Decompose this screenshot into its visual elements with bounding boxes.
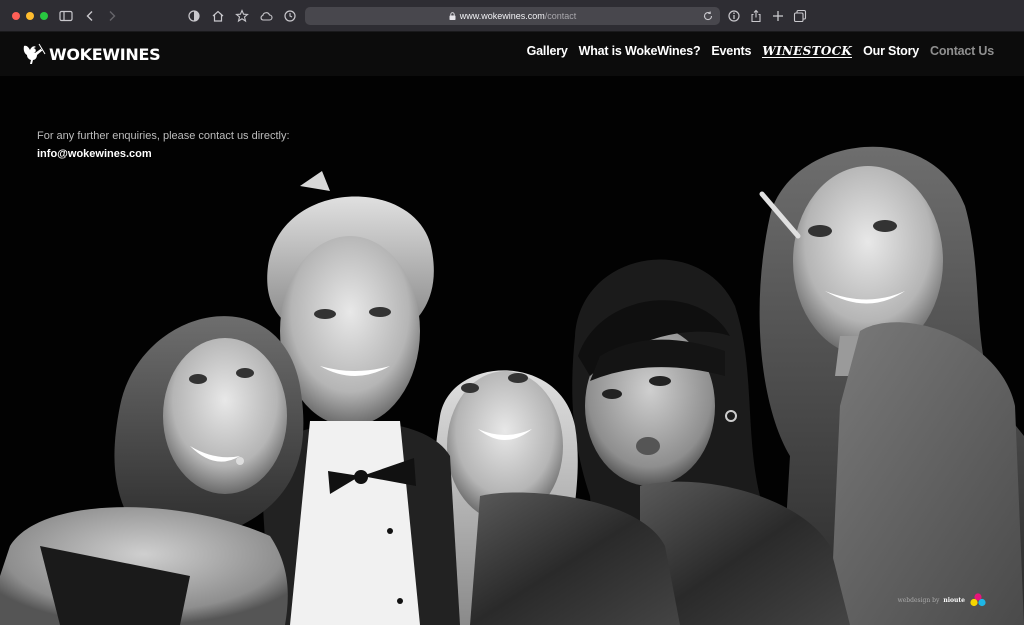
new-tab-icon[interactable] [770, 8, 786, 24]
contact-email-link[interactable]: info@wokewines.com [37, 148, 152, 160]
close-window-button[interactable] [12, 11, 20, 20]
history-clock-icon[interactable] [282, 8, 298, 24]
zoom-window-button[interactable] [40, 11, 48, 20]
color-dots-logo-icon [970, 593, 986, 607]
main-navigation: Gallery What is WokeWines? Events WINEST… [527, 44, 995, 58]
nav-winestock[interactable]: WINESTOCK [762, 45, 853, 58]
address-bar[interactable]: www.wokewines.com/contact [305, 7, 720, 25]
reload-icon[interactable] [702, 10, 714, 22]
bookmark-star-icon[interactable] [234, 8, 250, 24]
contact-page-content: For any further enquiries, please contac… [0, 76, 1024, 625]
nav-gallery[interactable]: Gallery [527, 44, 568, 58]
nav-our-story[interactable]: Our Story [863, 44, 919, 58]
window-controls [12, 11, 48, 20]
credit-name: nioute [943, 596, 965, 604]
url-path: /contact [544, 11, 577, 21]
group-photo [0, 146, 1024, 625]
info-icon[interactable] [726, 8, 742, 24]
cherub-logo-icon [23, 43, 46, 64]
logo-text: WOKEWINES [49, 44, 161, 64]
nav-events[interactable]: Events [711, 44, 751, 58]
tab-overview-icon[interactable] [792, 8, 808, 24]
person-left [0, 316, 304, 625]
forward-icon[interactable] [104, 8, 120, 24]
url-domain: www.wokewines.com [459, 11, 545, 21]
back-icon[interactable] [82, 8, 98, 24]
lock-icon [449, 12, 456, 20]
contact-enquiry-text: For any further enquiries, please contac… [37, 130, 290, 142]
home-icon[interactable] [210, 8, 226, 24]
sidebar-icon[interactable] [58, 8, 74, 24]
nav-what-is-wokewines[interactable]: What is WokeWines? [579, 44, 701, 58]
browser-toolbar: www.wokewines.com/contact [0, 0, 1024, 32]
webdesign-credit[interactable]: webdesign by nioute [898, 593, 987, 607]
privacy-shield-icon[interactable] [186, 8, 202, 24]
share-icon[interactable] [748, 8, 764, 24]
credit-prefix: webdesign by [897, 596, 940, 604]
site-logo[interactable]: WOKEWINES [20, 41, 161, 67]
minimize-window-button[interactable] [26, 11, 34, 20]
nav-contact-us[interactable]: Contact Us [930, 44, 994, 58]
cloud-icon[interactable] [258, 8, 274, 24]
site-header: WOKEWINES Gallery What is WokeWines? Eve… [0, 32, 1024, 76]
